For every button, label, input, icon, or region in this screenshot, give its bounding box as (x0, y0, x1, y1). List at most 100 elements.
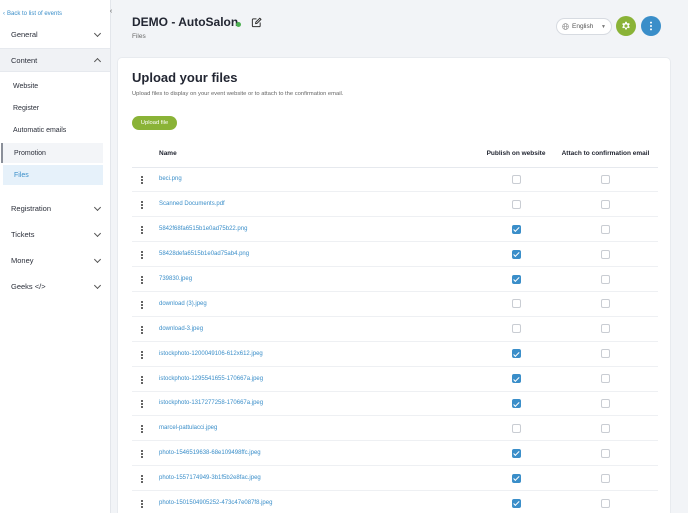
file-name-link[interactable]: 58428defa6515b1e0ad75ab4.png (159, 251, 249, 257)
file-name-link[interactable]: 5842f68fa6515b1e0ad75b22.png (159, 226, 247, 232)
attach-checkbox[interactable] (601, 274, 610, 284)
drag-handle-icon[interactable] (141, 350, 143, 359)
publish-checkbox[interactable] (511, 299, 521, 309)
attach-checkbox[interactable] (601, 299, 610, 309)
publish-checkbox[interactable] (511, 199, 521, 209)
attach-checkbox[interactable] (601, 473, 610, 483)
publish-checkbox[interactable] (511, 249, 521, 259)
attach-checkbox[interactable] (601, 423, 610, 433)
nav-item-website[interactable]: Website (0, 76, 110, 96)
attach-cell (553, 266, 658, 292)
drag-handle-icon[interactable] (141, 425, 143, 434)
attach-checkbox[interactable] (601, 174, 610, 184)
edit-icon[interactable] (251, 17, 262, 28)
nav-section-general[interactable]: General (0, 22, 110, 46)
drag-handle-icon[interactable] (141, 400, 143, 409)
publish-checkbox[interactable] (511, 448, 521, 458)
attach-checkbox[interactable] (601, 224, 610, 234)
publish-checkbox[interactable] (511, 174, 521, 184)
drag-handle-icon[interactable] (141, 276, 143, 284)
file-name-link[interactable]: photo-1557174949-3b1f5b2e8fac.jpeg (159, 475, 261, 481)
drag-handle-icon[interactable] (141, 201, 143, 210)
table-row: download-3.jpeg (132, 316, 658, 342)
drag-handle-cell (132, 216, 159, 243)
file-name-link[interactable]: Scanned Documents.pdf (159, 201, 225, 207)
drag-handle-icon[interactable] (141, 450, 143, 459)
drag-handle-cell (132, 415, 159, 442)
file-name-link[interactable]: 739830.jpeg (159, 276, 192, 282)
attach-checkbox[interactable] (601, 324, 610, 334)
more-options-button[interactable] (641, 16, 661, 36)
attach-column-header: Attach to confirmation email (553, 140, 658, 168)
table-row: 739830.jpeg (132, 266, 658, 292)
nav-section-label: Registration (11, 203, 52, 213)
attach-checkbox[interactable] (601, 374, 610, 384)
settings-button[interactable] (616, 16, 636, 36)
drag-handle-icon[interactable] (141, 226, 143, 235)
publish-checkbox[interactable] (511, 324, 521, 334)
file-name-link[interactable]: download (3).jpeg (159, 301, 207, 307)
language-value: English (572, 23, 594, 30)
file-name-link[interactable]: photo-1501504905252-473c47e087f8.jpeg (159, 500, 272, 506)
collapse-sidebar-button[interactable]: ‹ (106, 6, 116, 16)
publish-checkbox[interactable] (511, 224, 521, 234)
publish-checkbox[interactable] (511, 374, 521, 384)
file-name-link[interactable]: photo-1546519638-68e109498ffc.jpeg (159, 450, 261, 456)
nav-section-content[interactable]: Content (0, 48, 110, 72)
file-name-link[interactable]: istockphoto-1295541655-170667a.jpeg (159, 376, 263, 382)
back-to-events-link[interactable]: ‹ Back to list of events (0, 8, 62, 20)
file-name-link[interactable]: download-3.jpeg (159, 326, 203, 332)
nav-item-register[interactable]: Register (0, 98, 110, 118)
file-name-link[interactable]: istockphoto-1200049106-612x612.jpeg (159, 351, 263, 357)
drag-handle-cell (132, 465, 159, 492)
attach-checkbox[interactable] (601, 398, 610, 408)
publish-checkbox[interactable] (511, 473, 521, 483)
file-name-cell: 5842f68fa6515b1e0ad75b22.png (159, 216, 479, 243)
nav-section-tickets[interactable]: Tickets (0, 222, 110, 246)
drag-handle-icon[interactable] (141, 251, 143, 260)
publish-cell (479, 465, 553, 492)
nav-section-money[interactable]: Money (0, 248, 110, 272)
nav-item-files[interactable]: Files (3, 165, 103, 185)
attach-checkbox[interactable] (601, 448, 610, 458)
handle-header (132, 140, 159, 168)
drag-handle-icon[interactable] (141, 475, 143, 484)
nav-section-label: Tickets (11, 229, 35, 239)
page-header: DEMO - AutoSalon Files English ▼ (118, 5, 670, 50)
table-row: istockphoto-1317277258-170667a.jpeg (132, 391, 658, 417)
chevron-left-icon: ‹ (3, 11, 5, 17)
breadcrumb: Files (132, 33, 146, 40)
nav-section-registration[interactable]: Registration (0, 196, 110, 220)
drag-handle-icon[interactable] (141, 176, 143, 185)
attach-checkbox[interactable] (601, 199, 610, 209)
nav-item-automatic-emails[interactable]: Automatic emails (0, 120, 110, 140)
file-name-link[interactable]: marcel-pattulacci.jpeg (159, 425, 217, 431)
file-name-link[interactable]: istockphoto-1317277258-170667a.jpeg (159, 400, 263, 406)
drag-handle-icon[interactable] (141, 325, 143, 334)
publish-checkbox[interactable] (511, 274, 521, 284)
publish-checkbox[interactable] (511, 398, 521, 408)
files-table: Name Publish on website Attach to confir… (132, 140, 658, 513)
attach-cell (553, 415, 658, 442)
file-name-link[interactable]: beci.png (159, 176, 182, 182)
page-subtitle: Upload files to display on your event we… (132, 91, 344, 97)
publish-checkbox[interactable] (511, 349, 521, 359)
publish-cell (479, 316, 553, 342)
nav-item-promotion[interactable]: Promotion (1, 143, 103, 163)
attach-cell (553, 391, 658, 417)
nav-section-geeks[interactable]: Geeks </> (0, 274, 110, 298)
attach-checkbox[interactable] (601, 498, 610, 508)
nav-item-label: Promotion (14, 149, 46, 157)
drag-handle-icon[interactable] (141, 300, 143, 309)
attach-checkbox[interactable] (601, 249, 610, 259)
drag-handle-icon[interactable] (141, 375, 143, 384)
file-name-cell: 58428defa6515b1e0ad75ab4.png (159, 241, 479, 268)
language-select[interactable]: English ▼ (556, 18, 612, 35)
name-column-header: Name (159, 140, 479, 168)
publish-checkbox[interactable] (511, 498, 521, 508)
attach-checkbox[interactable] (601, 349, 610, 359)
drag-handle-icon[interactable] (141, 500, 143, 509)
publish-checkbox[interactable] (511, 423, 521, 433)
upload-file-button[interactable]: Upload file (132, 116, 177, 130)
nav-item-label: Register (13, 104, 40, 112)
